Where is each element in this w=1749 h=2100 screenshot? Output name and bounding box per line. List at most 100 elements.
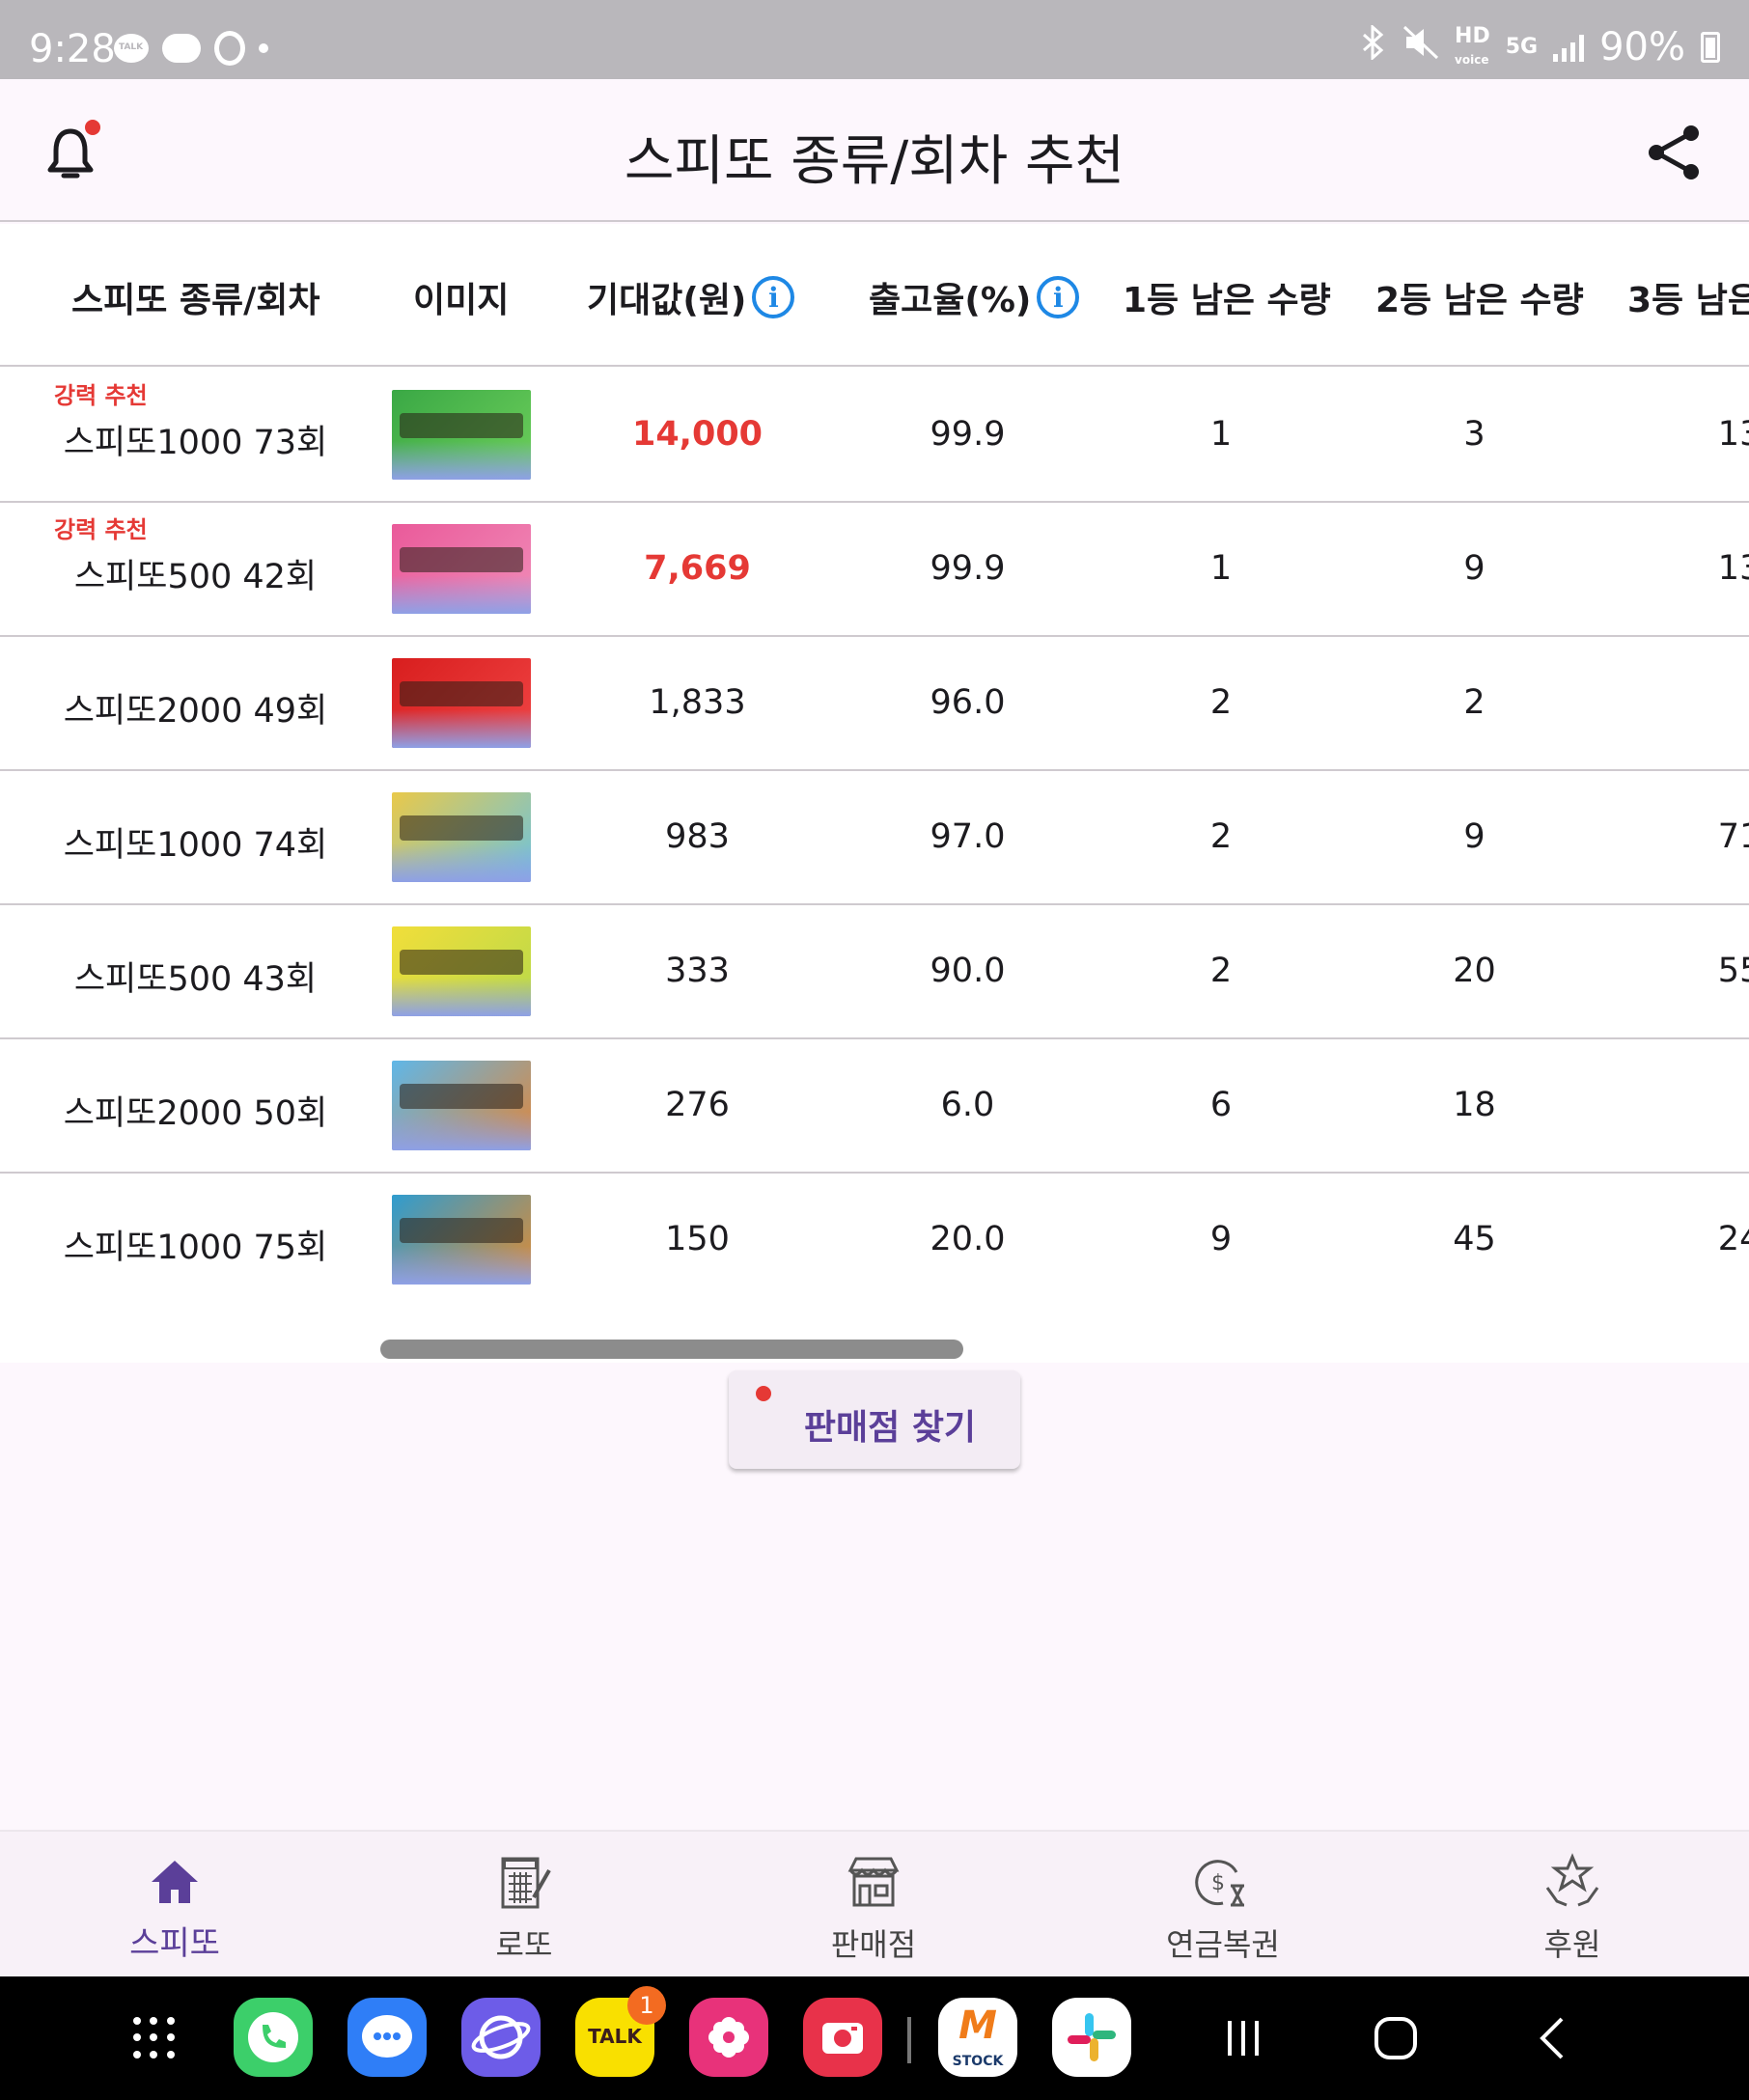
recent-apps-button[interactable]	[1214, 2009, 1272, 2067]
row-rate: 20.0	[930, 1220, 1006, 1258]
lottery-table[interactable]: 스피또 종류/회차 이미지 기대값(원) i 출고율(%) i 1등 남은 수량…	[0, 224, 1749, 1363]
voice-label: voice	[1455, 53, 1489, 67]
kakaotalk-notification-icon	[114, 34, 149, 63]
hd-voice-icon: HD voice	[1455, 26, 1490, 69]
col-header-first: 1등 남은 수량	[1123, 281, 1331, 320]
row-name: 스피또2000 50회	[63, 1094, 328, 1133]
nav-item-spitto[interactable]: 스피또	[0, 1832, 349, 1978]
row-first: 2	[1209, 952, 1233, 990]
row-third: 13,88	[1717, 415, 1749, 454]
stock-app-letter: M	[958, 2003, 997, 2048]
row-first: 1	[1209, 415, 1233, 454]
row-third: 150	[1641, 1086, 1749, 1124]
nav-label-pension: 연금복권	[1166, 1926, 1280, 1963]
table-row[interactable]: 스피또2000 49회 1,833 96.0 2 2 37	[0, 637, 1749, 771]
row-name: 스피또500 43회	[73, 960, 318, 999]
bottom-navigation: 스피또 로또 판매점 $ 연금복권 후원	[0, 1830, 1749, 1976]
app-notification-icon	[214, 31, 245, 66]
svg-text:$: $	[1211, 1871, 1225, 1895]
col-header-expected: 기대값(원) i	[587, 272, 795, 322]
table-row[interactable]: 스피또2000 50회 276 6.0 6 18 150	[0, 1039, 1749, 1174]
row-rate: 6.0	[940, 1086, 995, 1124]
gallery-app-icon[interactable]	[689, 1998, 768, 2077]
back-button[interactable]	[1525, 2009, 1583, 2067]
table-row[interactable]: 강력 추천 스피또500 42회 7,669 99.9 1 9 13,02	[0, 503, 1749, 637]
row-second: 20	[1453, 952, 1496, 990]
row-first: 6	[1209, 1086, 1233, 1124]
dock-separator	[907, 2017, 911, 2063]
nav-item-pension[interactable]: $ 연금복권	[1048, 1832, 1398, 1978]
col-header-rate: 출고율(%) i	[869, 272, 1080, 322]
signal-icon	[1553, 33, 1585, 62]
horizontal-scrollbar[interactable]	[380, 1340, 963, 1359]
ticket-thumbnail	[392, 390, 531, 480]
messages-app-icon[interactable]	[347, 1998, 427, 2077]
row-expected: 150	[665, 1220, 730, 1258]
table-row[interactable]: 강력 추천 스피또1000 73회 14,000 99.9 1 3 13,88	[0, 369, 1749, 503]
stock-app-icon[interactable]: M STOCK	[938, 1998, 1017, 2077]
nav-item-lotto[interactable]: 로또	[349, 1832, 699, 1978]
ticket-thumbnail	[392, 792, 531, 882]
nav-item-donate[interactable]: 후원	[1398, 1832, 1747, 1978]
row-rate: 99.9	[930, 549, 1006, 588]
ticket-thumbnail	[392, 1061, 531, 1150]
app-drawer-icon[interactable]	[133, 2017, 178, 2061]
row-rate: 90.0	[930, 952, 1006, 990]
expected-info-icon[interactable]: i	[752, 276, 795, 318]
table-row[interactable]: 스피또1000 74회 983 97.0 2 9 71,60	[0, 771, 1749, 905]
kakaotalk-app-icon[interactable]: TALK 1	[575, 1986, 666, 2077]
row-expected: 1,833	[649, 683, 746, 722]
col-header-image: 이미지	[413, 281, 510, 320]
col-header-third: 3등 남은	[1627, 281, 1749, 320]
status-notification-icons	[114, 31, 268, 66]
share-icon[interactable]	[1645, 122, 1703, 183]
bluetooth-icon	[1358, 23, 1387, 69]
find-store-button[interactable]: 판매점 찾기	[729, 1370, 1020, 1469]
internet-app-icon[interactable]	[461, 1998, 541, 2077]
row-first: 2	[1209, 817, 1233, 856]
row-name: 스피또1000 75회	[63, 1229, 328, 1267]
slack-app-icon[interactable]	[1052, 1998, 1131, 2077]
row-second: 45	[1453, 1220, 1496, 1258]
col-header-expected-label: 기대값(원)	[587, 281, 747, 320]
table-row[interactable]: 스피또1000 75회 150 20.0 9 45 243,4	[0, 1174, 1749, 1308]
row-expected: 276	[665, 1086, 730, 1124]
status-bar: 9:28 HD voice 5G 90%	[0, 0, 1749, 79]
more-notifications-icon	[259, 43, 268, 53]
nav-item-store[interactable]: 판매점	[699, 1832, 1048, 1978]
nav-label-donate: 후원	[1543, 1926, 1601, 1963]
row-expected: 7,669	[644, 549, 751, 588]
row-second: 18	[1453, 1086, 1496, 1124]
nav-label-store: 판매점	[830, 1926, 917, 1963]
system-dock: TALK 1 M STOCK	[0, 1976, 1749, 2100]
network-5g-icon: 5G	[1505, 35, 1539, 59]
store-icon	[845, 1853, 902, 1911]
camera-app-icon[interactable]	[803, 1998, 882, 2077]
table-row[interactable]: 스피또500 43회 333 90.0 2 20 55,20	[0, 905, 1749, 1039]
phone-app-icon[interactable]	[234, 1998, 313, 2077]
rate-info-icon[interactable]: i	[1037, 276, 1080, 318]
nav-label-lotto: 로또	[495, 1926, 553, 1963]
nav-label-spitto: 스피또	[129, 1924, 220, 1963]
recommend-badge: 강력 추천	[54, 382, 148, 409]
row-second: 9	[1463, 549, 1485, 588]
ticket-thumbnail	[392, 524, 531, 614]
mute-icon	[1402, 25, 1439, 69]
row-first: 1	[1209, 549, 1233, 588]
row-second: 2	[1463, 683, 1485, 722]
row-name: 스피또2000 49회	[63, 692, 328, 731]
row-name: 스피또1000 74회	[63, 826, 328, 865]
row-name: 스피또500 42회	[73, 558, 318, 596]
row-rate: 96.0	[930, 683, 1006, 722]
chat-notification-icon	[162, 34, 201, 63]
lotto-ticket-icon	[495, 1853, 553, 1911]
donate-icon	[1543, 1853, 1601, 1911]
pension-lottery-icon: $	[1194, 1853, 1252, 1911]
row-first: 9	[1209, 1220, 1233, 1258]
ticket-thumbnail	[392, 1195, 531, 1285]
recommend-badge: 강력 추천	[54, 516, 148, 543]
home-button[interactable]	[1367, 2009, 1425, 2067]
row-third: 71,60	[1717, 817, 1749, 856]
app-bar: 스피또 종류/회차 추천	[0, 79, 1749, 222]
kakaotalk-label: TALK	[588, 2025, 642, 2048]
